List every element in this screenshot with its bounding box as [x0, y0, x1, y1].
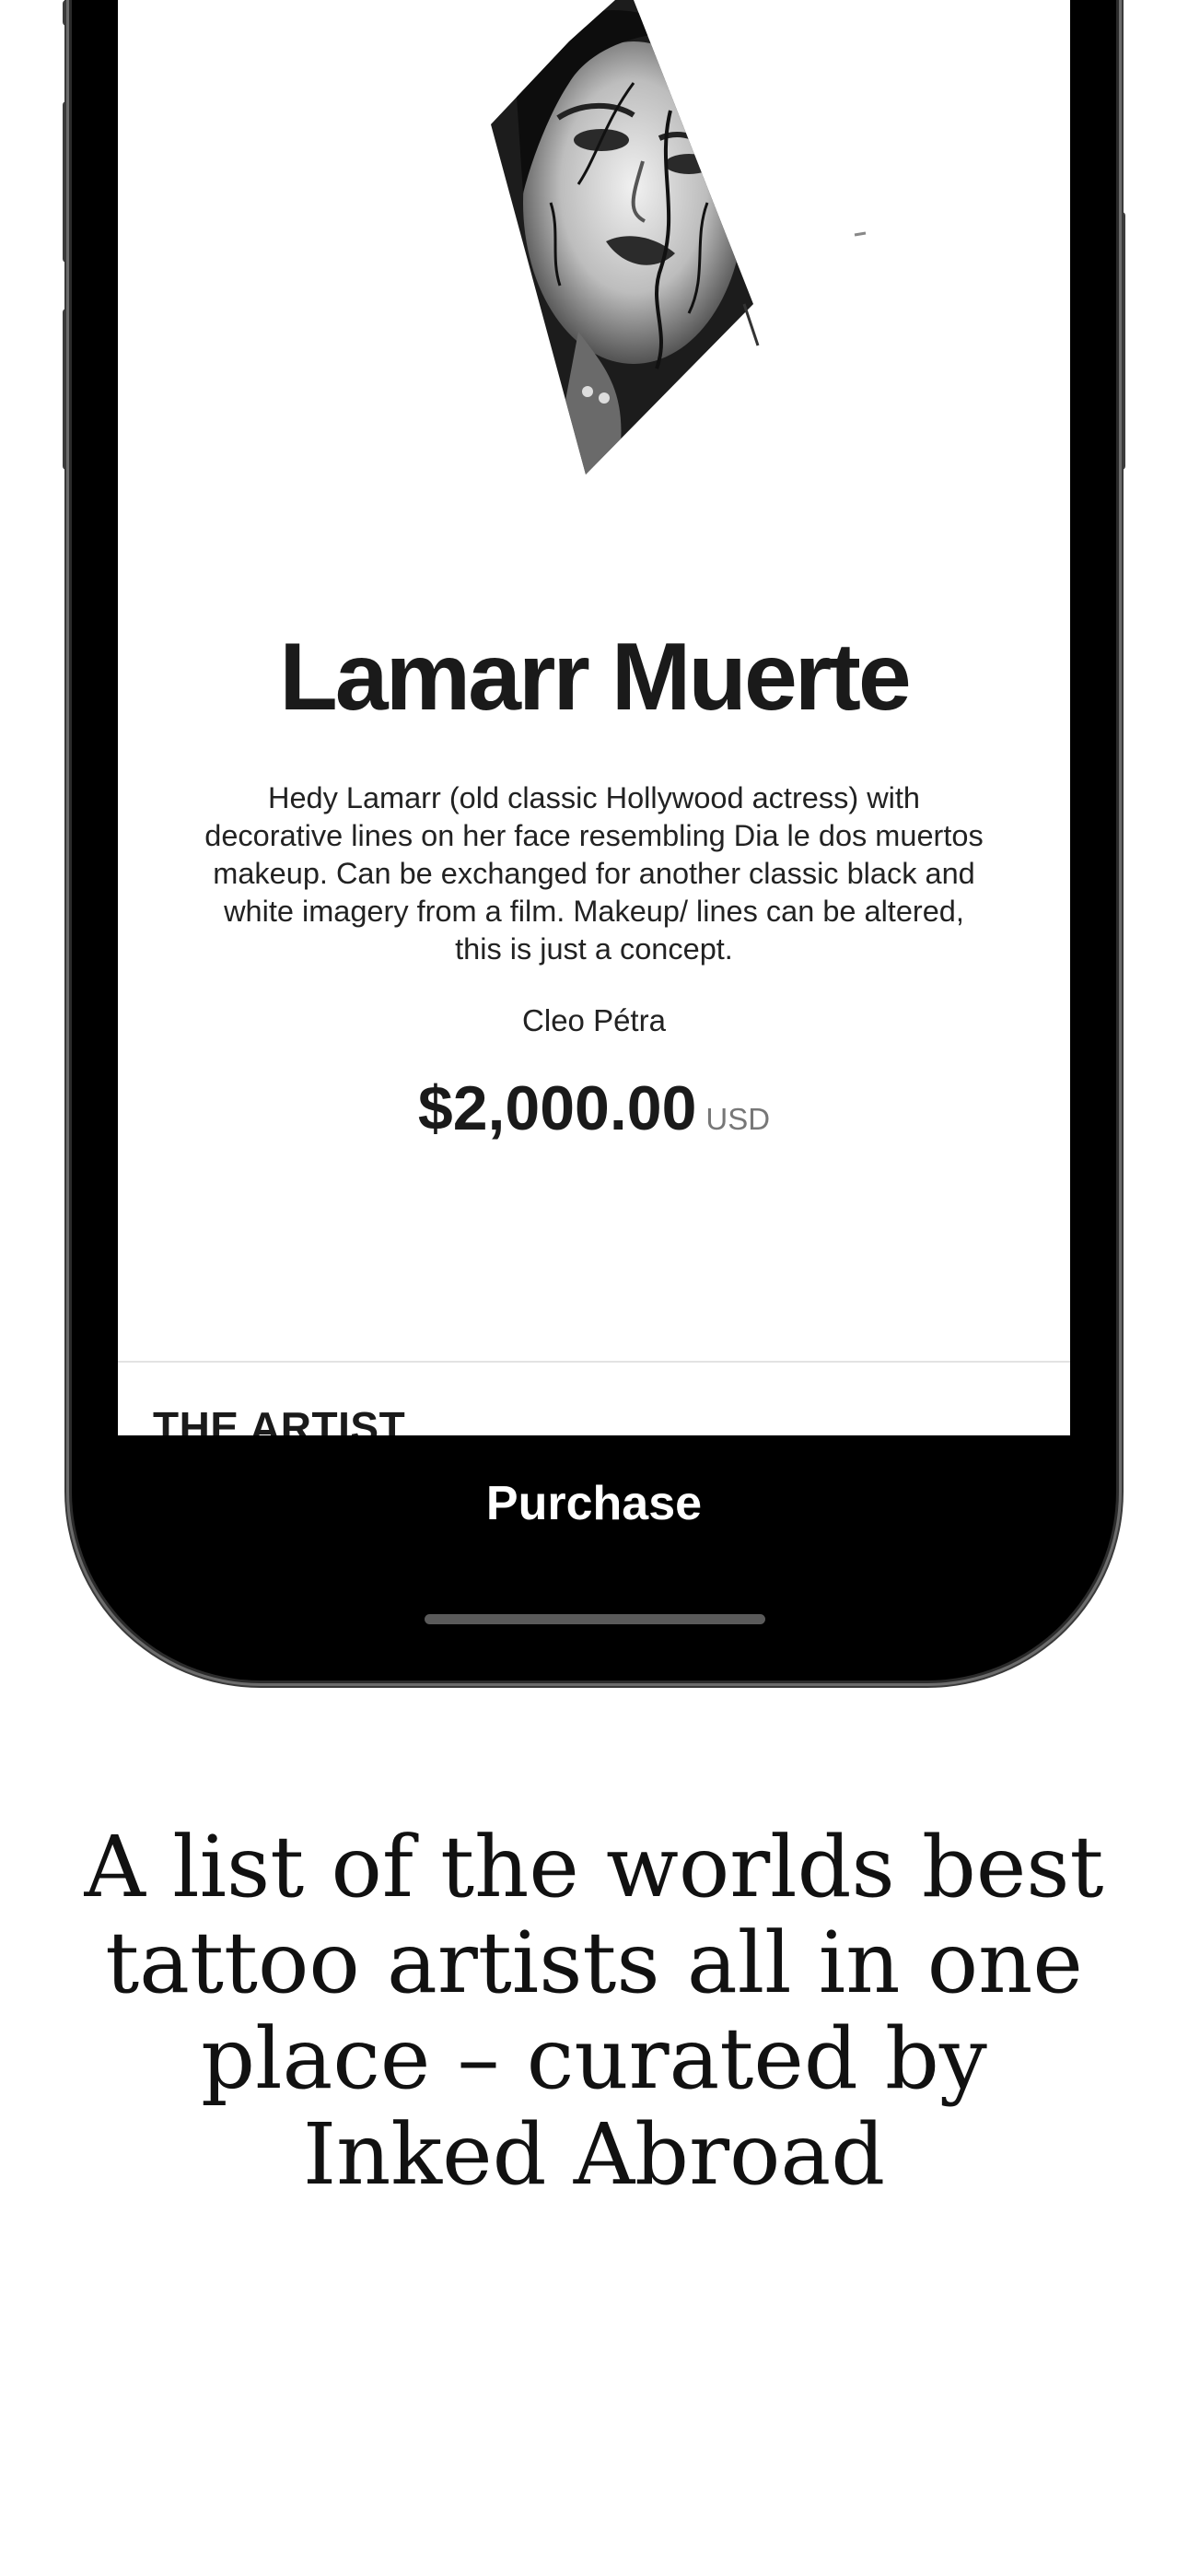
purchase-label: Purchase	[485, 1477, 703, 1530]
section-divider	[118, 1361, 1070, 1363]
artist-name[interactable]: Cleo Pétra	[118, 1003, 1070, 1038]
tattoo-artwork-image	[491, 0, 867, 474]
price-amount: $2,000.00	[417, 1073, 697, 1143]
purchase-button[interactable]: Purchase	[118, 1435, 1070, 1592]
power-button	[1116, 212, 1125, 470]
volume-down-button	[63, 309, 72, 470]
home-indicator[interactable]	[425, 1614, 765, 1624]
price: $2,000.00 USD	[118, 1072, 1070, 1144]
volume-up-button	[63, 101, 72, 263]
phone-side-button	[63, 0, 72, 26]
artist-section-heading: THE ARTIST	[153, 1403, 406, 1435]
product-description: Hedy Lamarr (old classic Hollywood actre…	[204, 781, 984, 966]
price-currency: USD	[705, 1102, 771, 1136]
marketing-caption: A list of the worlds best tattoo artists…	[84, 1818, 1104, 2204]
product-title: Lamarr Muerte	[279, 624, 911, 731]
product-screen[interactable]: Lamarr Muerte Hedy Lamarr (old classic H…	[118, 0, 1070, 1435]
